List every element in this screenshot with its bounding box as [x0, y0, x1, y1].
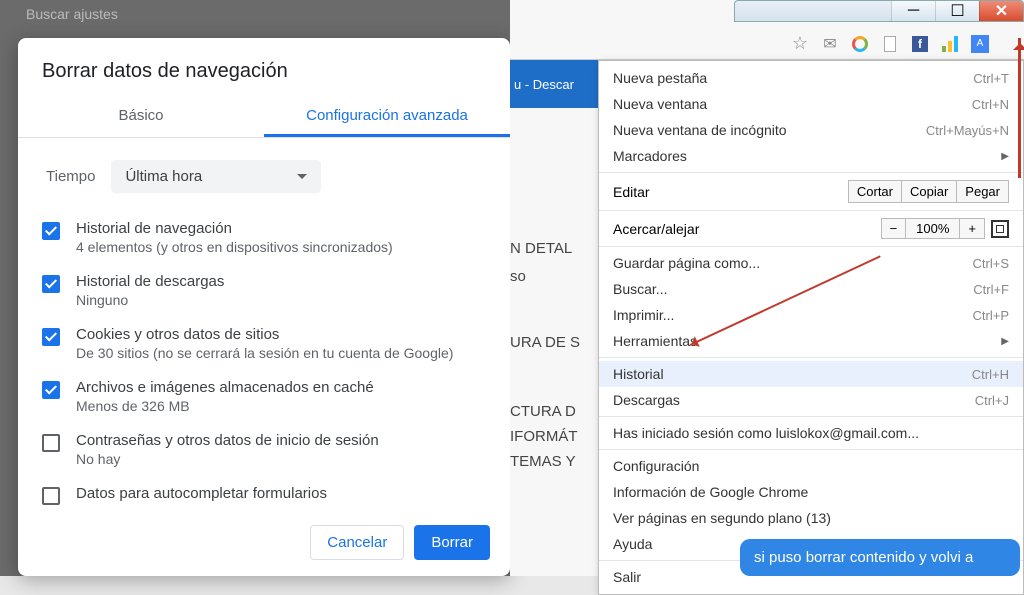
checkbox-passwords[interactable]	[42, 434, 60, 452]
menu-background-pages[interactable]: Ver páginas en segundo plano (13)	[599, 505, 1023, 531]
search-settings-placeholder: Buscar ajustes	[26, 6, 118, 22]
facebook-icon[interactable]: f	[910, 34, 930, 54]
chevron-down-icon	[297, 174, 307, 179]
menu-downloads[interactable]: DescargasCtrl+J	[599, 387, 1023, 413]
page-text-fragment: N DETAL	[510, 240, 572, 257]
menu-separator	[599, 416, 1023, 417]
page-text-fragment: CTURA D	[510, 403, 576, 420]
menu-separator	[599, 172, 1023, 173]
chevron-right-icon: ▶	[1001, 151, 1009, 162]
zoom-in-button[interactable]: +	[959, 218, 985, 239]
menu-separator	[599, 357, 1023, 358]
checkbox-autofill[interactable]	[42, 487, 60, 505]
menu-separator	[599, 246, 1023, 247]
zoom-value: 100%	[905, 218, 960, 239]
mail-icon[interactable]: ✉	[820, 34, 840, 54]
checkbox-cookies[interactable]	[42, 328, 60, 346]
checkbox-cache[interactable]	[42, 381, 60, 399]
list-item: Archivos e imágenes almacenados en caché…	[42, 370, 486, 423]
menu-new-window[interactable]: Nueva ventanaCtrl+N	[599, 91, 1023, 117]
annotation-arrow-icon	[1018, 38, 1021, 178]
window-maximize-button[interactable]: ☐	[935, 1, 979, 21]
menu-bookmarks[interactable]: Marcadores▶	[599, 143, 1023, 169]
list-item: Historial de descargasNinguno	[42, 264, 486, 317]
tab-basic[interactable]: Básico	[18, 93, 264, 137]
zoom-out-button[interactable]: −	[881, 218, 907, 239]
paste-button[interactable]: Pegar	[956, 180, 1009, 203]
document-icon[interactable]	[880, 34, 900, 54]
menu-new-tab[interactable]: Nueva pestañaCtrl+T	[599, 65, 1023, 91]
tab-advanced[interactable]: Configuración avanzada	[264, 93, 510, 137]
page-text-fragment: IFORMÁT	[510, 428, 578, 445]
page-text-fragment: so	[510, 268, 526, 285]
time-range-value: Última hora	[125, 168, 202, 185]
browser-toolbar: ☆ ✉ f A	[510, 28, 1024, 60]
menu-about[interactable]: Información de Google Chrome	[599, 479, 1023, 505]
dialog-title: Borrar datos de navegación	[18, 38, 510, 93]
time-range-select[interactable]: Última hora	[111, 160, 321, 193]
clear-data-button[interactable]: Borrar	[414, 525, 490, 560]
menu-history[interactable]: HistorialCtrl+H	[599, 361, 1023, 387]
menu-incognito[interactable]: Nueva ventana de incógnitoCtrl+Mayús+N	[599, 117, 1023, 143]
fullscreen-button[interactable]	[991, 220, 1009, 238]
list-item: Historial de navegación4 elementos (y ot…	[42, 211, 486, 264]
menu-separator	[599, 449, 1023, 450]
bars-icon[interactable]	[940, 34, 960, 54]
menu-tools[interactable]: Herramientas▶	[599, 328, 1023, 354]
star-icon[interactable]: ☆	[790, 34, 810, 54]
data-type-list: Historial de navegación4 elementos (y ot…	[18, 203, 510, 514]
list-item: Cookies y otros datos de sitiosDe 30 sit…	[42, 317, 486, 370]
menu-zoom-row: Acercar/alejar − 100% +	[599, 214, 1023, 243]
checkbox-browsing-history[interactable]	[42, 222, 60, 240]
menu-settings[interactable]: Configuración	[599, 453, 1023, 479]
window-close-button[interactable]: ✕	[979, 1, 1023, 21]
chat-bubble: si puso borrar contenido y volvi a	[740, 539, 1020, 576]
chrome-main-menu: Nueva pestañaCtrl+T Nueva ventanaCtrl+N …	[598, 60, 1024, 595]
menu-edit-row: Editar Cortar Copiar Pegar	[599, 176, 1023, 207]
menu-save-as[interactable]: Guardar página como...Ctrl+S	[599, 250, 1023, 276]
page-text-fragment: URA DE S	[510, 334, 580, 351]
page-text-fragment: TEMAS Y	[510, 453, 576, 470]
list-item: Contraseñas y otros datos de inicio de s…	[42, 423, 486, 476]
menu-signed-in[interactable]: Has iniciado sesión como luislokox@gmail…	[599, 420, 1023, 446]
window-minimize-button[interactable]: ─	[891, 1, 935, 21]
extension-circle-icon[interactable]	[850, 34, 870, 54]
menu-print[interactable]: Imprimir...Ctrl+P	[599, 302, 1023, 328]
menu-separator	[599, 210, 1023, 211]
chevron-right-icon: ▶	[1001, 336, 1009, 347]
translate-icon[interactable]: A	[970, 34, 990, 54]
page-header-fragment: u - Descar	[510, 60, 598, 108]
clear-browsing-data-dialog: Borrar datos de navegación Básico Config…	[18, 38, 510, 576]
checkbox-download-history[interactable]	[42, 275, 60, 293]
time-range-label: Tiempo	[46, 168, 95, 185]
dialog-tabs: Básico Configuración avanzada	[18, 93, 510, 138]
cut-button[interactable]: Cortar	[848, 180, 902, 203]
window-titlebar: ─ ☐ ✕	[734, 0, 1024, 22]
copy-button[interactable]: Copiar	[901, 180, 957, 203]
cancel-button[interactable]: Cancelar	[310, 525, 404, 560]
